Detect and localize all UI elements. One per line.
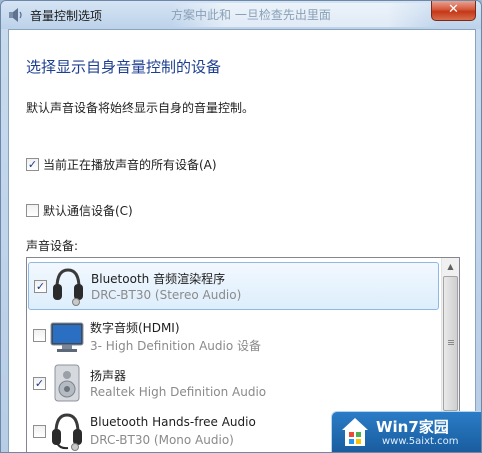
scroll-thumb[interactable]: [443, 276, 458, 411]
volume-options-window: 方案中此和 一旦检查先出里面 音量控制选项 ✕ 选择显示自身音量控制的设备 默认…: [0, 0, 482, 453]
checkbox-all-playing-devices[interactable]: ✓: [26, 158, 39, 171]
window-title: 音量控制选项: [30, 9, 103, 23]
device-name: Bluetooth Hands-free Audio: [90, 415, 256, 429]
title-bar[interactable]: 方案中此和 一旦检查先出里面 音量控制选项 ✕: [1, 1, 481, 29]
checkbox-default-communication[interactable]: [26, 204, 39, 217]
device-description: 3- High Definition Audio 设备: [90, 339, 262, 353]
device-checkbox[interactable]: [33, 329, 46, 342]
dialog-body: 选择显示自身音量控制的设备 默认声音设备将始终显示自身的音量控制。 ✓ 当前正在…: [8, 29, 476, 452]
list-item[interactable]: ✓ Bluetooth 音频渲染程序 DRC-BT30 (Stereo Audi…: [28, 262, 439, 310]
device-checkbox[interactable]: ✓: [34, 280, 47, 293]
sound-devices-label: 声音设备:: [26, 239, 79, 253]
grip-icon: [448, 340, 454, 341]
option-default-communication[interactable]: 默认通信设备(C): [26, 202, 133, 219]
dialog-heading: 选择显示自身音量控制的设备: [26, 58, 222, 76]
house-logo-icon: [342, 418, 368, 446]
device-checkbox[interactable]: [33, 425, 46, 438]
headset-icon: [53, 268, 83, 306]
background-window-title: 方案中此和 一旦检查先出里面: [171, 3, 441, 27]
close-button[interactable]: ✕: [431, 1, 476, 21]
watermark-title: Win7家园: [376, 418, 449, 436]
scroll-up-arrow-icon[interactable]: ▲: [442, 258, 459, 275]
monitor-icon: [50, 322, 84, 352]
option-all-playing-devices[interactable]: ✓ 当前正在播放声音的所有设备(A): [26, 156, 217, 173]
device-description: Realtek High Definition Audio: [90, 385, 267, 399]
watermark-url: www.5aixt.com: [382, 436, 459, 447]
list-item[interactable]: 数字音频(HDMI) 3- High Definition Audio 设备: [28, 312, 439, 360]
device-name: 扬声器: [90, 369, 127, 383]
speaker-icon: [54, 364, 80, 402]
device-description: DRC-BT30 (Mono Audio): [90, 433, 234, 447]
device-description: DRC-BT30 (Stereo Audio): [91, 288, 242, 302]
option-label: 默认通信设备(C): [43, 204, 133, 218]
speaker-app-icon: [9, 8, 22, 22]
dialog-description: 默认声音设备将始终显示自身的音量控制。: [26, 101, 255, 115]
device-name: 数字音频(HDMI): [90, 321, 180, 335]
list-item[interactable]: ✓ 扬声器 Realtek High Definition Audio: [28, 360, 439, 408]
option-label: 当前正在播放声音的所有设备(A): [43, 158, 217, 172]
device-checkbox[interactable]: ✓: [33, 377, 46, 390]
device-name: Bluetooth 音频渲染程序: [91, 272, 226, 286]
site-watermark: Win7家园 www.5aixt.com: [331, 411, 481, 452]
headset-icon: [52, 413, 82, 451]
